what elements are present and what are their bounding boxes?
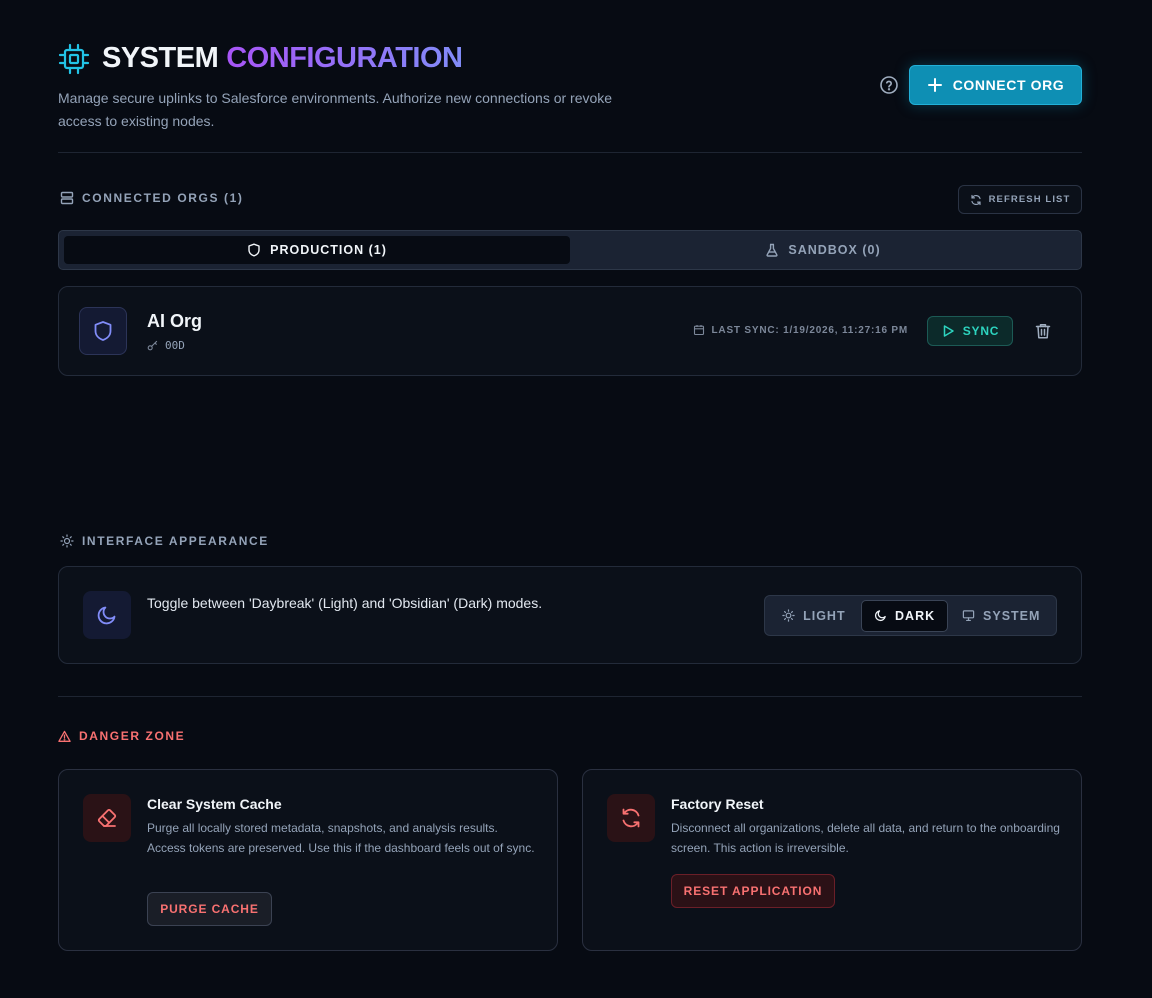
theme-switcher: LIGHT DARK SYSTEM <box>764 595 1057 636</box>
help-circle-icon <box>880 76 898 94</box>
plus-icon <box>927 78 942 92</box>
title-part-2: CONFIGURATION <box>226 42 463 74</box>
moon-icon <box>874 610 886 622</box>
tab-production-label: PRODUCTION (1) <box>270 243 387 257</box>
refresh-list-button[interactable]: REFRESH LIST <box>958 185 1082 214</box>
header-divider <box>58 152 1082 153</box>
factory-reset-title: Factory Reset <box>671 796 764 812</box>
shield-icon <box>94 321 112 341</box>
connect-org-label: CONNECT ORG <box>952 77 1065 93</box>
factory-reset-description: Disconnect all organizations, delete all… <box>671 821 1060 855</box>
theme-dark-label: DARK <box>895 608 936 623</box>
page-title: SYSTEM CONFIGURATION <box>102 42 463 75</box>
page-header: SYSTEM CONFIGURATION Manage secure uplink… <box>58 42 1082 132</box>
cpu-icon <box>58 43 90 75</box>
clear-cache-card: Clear System Cache Purge all locally sto… <box>58 769 558 951</box>
last-sync-text: LAST SYNC: 1/19/2026, 11:27:16 PM <box>711 324 908 336</box>
appearance-divider <box>58 696 1082 697</box>
refresh-icon <box>970 194 981 205</box>
flask-icon <box>766 243 778 257</box>
sun-icon <box>60 534 74 548</box>
server-icon <box>60 191 74 205</box>
connected-orgs-label: CONNECTED ORGS (1) <box>60 191 243 205</box>
org-card: AI Org 00D LAST SYNC: 1/19/2026, 11:27:1… <box>58 286 1082 376</box>
appearance-icon-box <box>83 591 131 639</box>
calendar-icon <box>693 325 704 336</box>
clear-cache-description: Purge all locally stored metadata, snaps… <box>147 821 535 855</box>
appearance-card: Toggle between 'Daybreak' (Light) and 'O… <box>58 566 1082 664</box>
sun-icon <box>782 609 795 622</box>
monitor-icon <box>962 610 975 622</box>
clear-cache-title: Clear System Cache <box>147 796 282 812</box>
refresh-icon <box>622 808 640 828</box>
tab-sandbox-label: SANDBOX (0) <box>788 243 881 257</box>
org-id: 00D <box>147 339 185 352</box>
last-sync: LAST SYNC: 1/19/2026, 11:27:16 PM <box>693 324 908 336</box>
play-icon <box>943 325 954 337</box>
theme-dark-option[interactable]: DARK <box>860 599 949 632</box>
warning-icon <box>58 730 71 742</box>
theme-light-option[interactable]: LIGHT <box>769 600 859 632</box>
sync-button[interactable]: SYNC <box>927 316 1013 346</box>
title-part-1: SYSTEM <box>102 42 219 74</box>
reset-application-button[interactable]: RESET APPLICATION <box>671 874 835 908</box>
interface-appearance-text: INTERFACE APPEARANCE <box>82 534 269 548</box>
danger-zone-label: DANGER ZONE <box>58 729 185 743</box>
interface-appearance-label: INTERFACE APPEARANCE <box>60 534 269 548</box>
moon-icon <box>97 606 116 625</box>
tab-sandbox[interactable]: SANDBOX (0) <box>570 236 1076 264</box>
org-avatar <box>79 307 127 355</box>
delete-org-button[interactable] <box>1032 320 1054 342</box>
refresh-list-label: REFRESH LIST <box>988 194 1071 205</box>
eraser-icon <box>97 808 117 827</box>
org-environment-tabs: PRODUCTION (1) SANDBOX (0) <box>58 230 1082 270</box>
org-id-value: 00D <box>165 339 185 352</box>
clear-cache-icon-box <box>83 794 131 842</box>
key-icon <box>147 340 158 351</box>
shield-icon <box>248 243 260 257</box>
theme-light-label: LIGHT <box>803 608 846 623</box>
theme-system-option[interactable]: SYSTEM <box>950 600 1052 632</box>
connected-orgs-text: CONNECTED ORGS (1) <box>82 191 244 205</box>
theme-system-label: SYSTEM <box>983 608 1041 623</box>
danger-zone-text: DANGER ZONE <box>79 729 186 743</box>
trash-icon <box>1035 324 1051 339</box>
factory-reset-icon-box <box>607 794 655 842</box>
page-subtitle: Manage secure uplinks to Salesforce envi… <box>58 90 613 129</box>
tab-production[interactable]: PRODUCTION (1) <box>64 236 570 264</box>
org-name: AI Org <box>147 311 203 331</box>
connect-org-button[interactable]: CONNECT ORG <box>909 65 1082 105</box>
sync-label: SYNC <box>962 324 1000 338</box>
factory-reset-card: Factory Reset Disconnect all organizatio… <box>582 769 1082 951</box>
help-button[interactable] <box>878 74 900 96</box>
appearance-description: Toggle between 'Daybreak' (Light) and 'O… <box>147 595 543 611</box>
purge-cache-button[interactable]: PURGE CACHE <box>147 892 272 926</box>
